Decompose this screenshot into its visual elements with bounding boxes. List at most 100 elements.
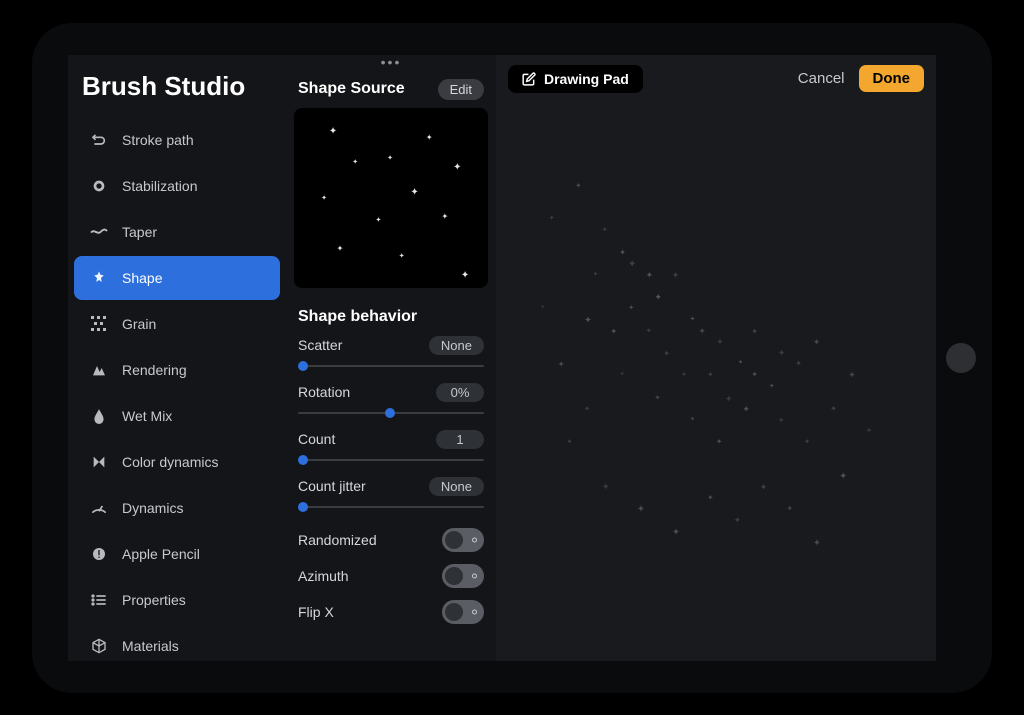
drawing-pad-label: Drawing Pad — [544, 71, 629, 87]
applepencil-icon — [90, 545, 108, 563]
sidebar-item-label: Color dynamics — [122, 454, 218, 470]
slider-label: Count — [298, 431, 335, 447]
slider-track[interactable] — [298, 500, 484, 514]
toggle-switch[interactable] — [442, 564, 484, 588]
toggle-label: Randomized — [298, 532, 377, 548]
home-button[interactable] — [946, 343, 976, 373]
sparkle-icon: ✦ — [778, 415, 785, 426]
slider-track[interactable] — [298, 453, 484, 467]
drag-handle-icon[interactable]: ••• — [294, 55, 488, 73]
sparkle-icon: ✦ — [760, 482, 767, 493]
toggle-label: Azimuth — [298, 568, 349, 584]
sparkle-icon: ✦ — [584, 315, 592, 326]
slider-scatter: ScatterNone — [294, 334, 488, 379]
sparkle-icon: ✦ — [786, 504, 793, 513]
slider-value[interactable]: 1 — [436, 430, 484, 449]
slider-track[interactable] — [298, 406, 484, 420]
sidebar-item-stroke-path[interactable]: Stroke path — [74, 118, 280, 162]
sparkle-icon: ✦ — [698, 326, 706, 337]
slider-value[interactable]: None — [429, 477, 484, 496]
rendering-icon — [90, 361, 108, 379]
done-button[interactable]: Done — [859, 65, 925, 92]
drawing-pad-button[interactable]: Drawing Pad — [508, 65, 643, 93]
cancel-button[interactable]: Cancel — [798, 70, 845, 87]
sparkle-icon: ✦ — [848, 370, 856, 381]
sparkle-icon: ✦ — [830, 404, 836, 413]
sparkle-icon: ✦ — [804, 437, 810, 446]
sparkle-icon: ✦ — [593, 270, 598, 278]
sparkle-icon: ✦ — [584, 404, 590, 413]
sparkle-icon: ✦ — [672, 527, 680, 538]
sparkle-icon: ✦ — [813, 538, 821, 549]
sparkle-icon: ✦ — [690, 315, 696, 323]
sidebar-item-shape[interactable]: Shape — [74, 256, 280, 300]
sidebar-item-taper[interactable]: Taper — [74, 210, 280, 254]
slider-thumb[interactable] — [298, 455, 308, 465]
sidebar-item-label: Dynamics — [122, 500, 183, 516]
sparkle-icon: ✦ — [540, 303, 545, 311]
sparkle-icon: ✦ — [566, 437, 572, 446]
sidebar-item-label: Wet Mix — [122, 408, 172, 424]
sparkle-icon: ✦ — [619, 248, 626, 257]
shape-source-preview[interactable]: ✦ ✦ ✦ ✦ ✦ ✦ ✦ ✦ ✦ ✦ ✦ ✦ — [294, 108, 488, 288]
shape-source-title: Shape Source — [298, 80, 405, 98]
sidebar-item-label: Shape — [122, 270, 162, 286]
slider-value[interactable]: 0% — [436, 383, 484, 402]
sparkle-icon: ✦ — [738, 359, 743, 366]
slider-thumb[interactable] — [298, 502, 308, 512]
stabilization-icon — [90, 177, 108, 195]
settings-panel: ••• Shape Source Edit ✦ ✦ ✦ ✦ ✦ ✦ ✦ ✦ ✦ … — [286, 55, 496, 661]
sidebar-item-label: Properties — [122, 592, 186, 608]
sparkle-icon: ✦ — [866, 426, 873, 435]
sidebar-item-label: Rendering — [122, 362, 187, 378]
sparkle-icon: ✦ — [742, 404, 750, 415]
sparkle-icon: ✦ — [795, 359, 802, 368]
sparkle-icon: ✦ — [628, 303, 634, 312]
sidebar-item-materials[interactable]: Materials — [74, 624, 280, 661]
shape-behavior-title: Shape behavior — [294, 304, 488, 334]
toggle-row-randomized: Randomized — [294, 522, 488, 558]
sidebar-item-stabilization[interactable]: Stabilization — [74, 164, 280, 208]
sidebar-item-dynamics[interactable]: Dynamics — [74, 486, 280, 530]
sidebar-item-colordynamics[interactable]: Color dynamics — [74, 440, 280, 484]
slider-value[interactable]: None — [429, 336, 484, 355]
sidebar-item-properties[interactable]: Properties — [74, 578, 280, 622]
toggle-label: Flip X — [298, 604, 334, 620]
toggle-switch[interactable] — [442, 528, 484, 552]
sparkle-icon: ✦ — [637, 504, 645, 515]
sparkle-icon: ✦ — [813, 337, 820, 348]
sidebar-item-label: Apple Pencil — [122, 546, 200, 562]
sidebar-item-wetmix[interactable]: Wet Mix — [74, 394, 280, 438]
dynamics-icon — [90, 499, 108, 517]
sparkle-icon: ✦ — [716, 337, 724, 348]
slider-rotation: Rotation0% — [294, 381, 488, 426]
sparkle-icon: ✦ — [646, 326, 652, 335]
sidebar-item-grain[interactable]: Grain — [74, 302, 280, 346]
stroke-path-icon — [90, 131, 108, 149]
app-title: Brush Studio — [68, 63, 286, 118]
sidebar-item-rendering[interactable]: Rendering — [74, 348, 280, 392]
sparkle-icon: ✦ — [558, 359, 565, 370]
toggle-switch[interactable] — [442, 600, 484, 624]
sparkle-icon: ✦ — [654, 393, 660, 402]
sparkle-icon: ✦ — [707, 493, 713, 502]
slider-thumb[interactable] — [298, 361, 308, 371]
toggles-container: Randomized Azimuth Flip X — [294, 522, 488, 630]
sparkle-icon: ✦ — [619, 370, 625, 378]
properties-icon — [90, 591, 108, 609]
sparkle-icon: ✦ — [751, 326, 758, 336]
edit-button[interactable]: Edit — [438, 79, 484, 100]
slider-count-jitter: Count jitterNone — [294, 475, 488, 520]
slider-thumb[interactable] — [385, 408, 395, 418]
sparkle-icon: ✦ — [769, 382, 775, 390]
sparkle-icon: ✦ — [602, 482, 610, 493]
sidebar-item-label: Stroke path — [122, 132, 194, 148]
sparkle-icon: ✦ — [751, 370, 758, 379]
sidebar-list: Stroke path StabilizationTaper Shape Grain R… — [68, 118, 286, 661]
sidebar-item-applepencil[interactable]: Apple Pencil — [74, 532, 280, 576]
sparkle-icon: ✦ — [654, 292, 661, 303]
slider-track[interactable] — [298, 359, 484, 373]
materials-icon — [90, 637, 108, 655]
drawing-canvas[interactable]: ✦✦✦✦✦✦✦✦✦✦✦✦✦✦✦✦✦✦✦✦✦✦✦✦✦✦✦✦✦✦✦✦✦✦✦✦✦✦✦✦… — [496, 103, 936, 661]
taper-icon — [90, 223, 108, 241]
